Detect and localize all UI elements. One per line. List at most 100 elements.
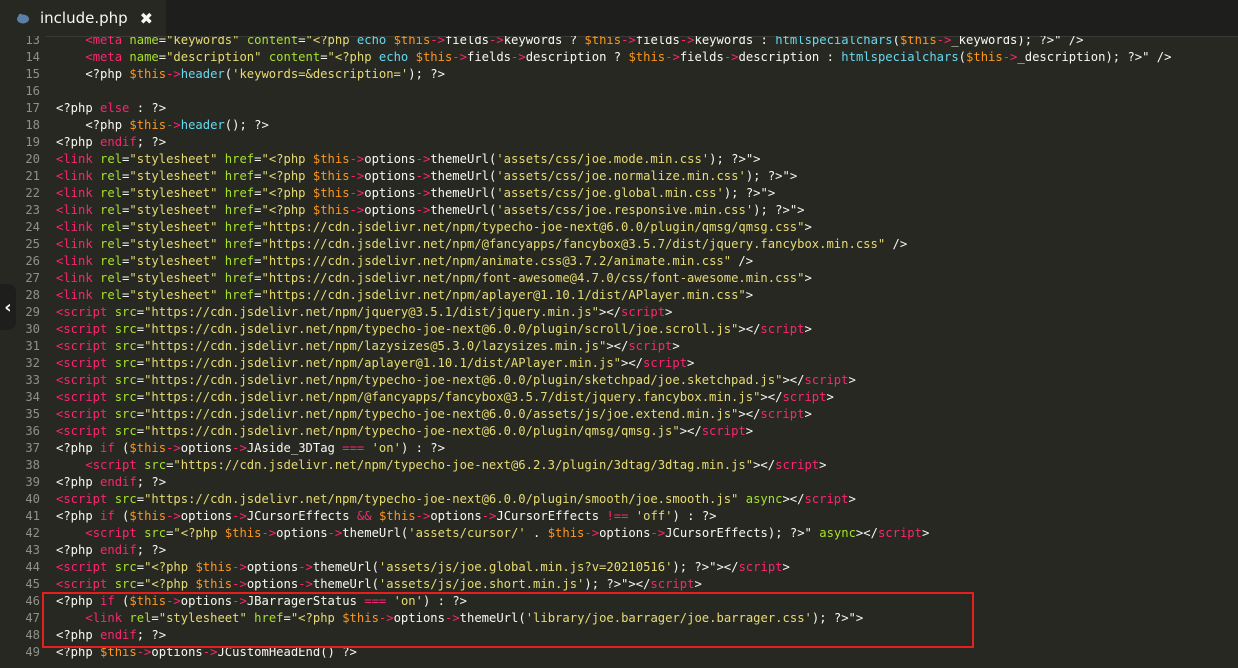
code-line[interactable]: 18 <?php $this->header(); ?> (0, 117, 1238, 134)
code-token: themeUrl( (430, 169, 497, 183)
code-line[interactable]: 41 <?php if ($this->options->JCursorEffec… (0, 508, 1238, 525)
code-line[interactable]: 42 <script src="<?php $this->options->th… (0, 525, 1238, 542)
code-line[interactable]: 48 <?php endif; ?> (0, 627, 1238, 644)
code-token: async (819, 526, 856, 540)
code-line[interactable]: 16 (0, 83, 1238, 100)
code-line[interactable]: 21 <link rel="stylesheet" href="<?php $th… (0, 168, 1238, 185)
code-token: options (180, 594, 233, 608)
code-line[interactable]: 29 <script src="https://cdn.jsdelivr.net/… (0, 304, 1238, 321)
code-token: "<?php (261, 169, 313, 183)
code-token: ); ?>"> (709, 152, 761, 166)
code-text: <?php endif; ?> (56, 134, 166, 151)
code-token: > (804, 271, 812, 285)
code-text: <script src="https://cdn.jsdelivr.net/np… (56, 372, 856, 389)
code-token: name (129, 36, 159, 47)
code-text: <link rel="stylesheet" href="<?php $this… (56, 202, 805, 219)
code-line[interactable]: 49 <?php $this->options->JCustomHeadEnd()… (0, 644, 1238, 661)
code-token: -> (430, 36, 445, 47)
code-line[interactable]: 30 <script src="https://cdn.jsdelivr.net/… (0, 321, 1238, 338)
code-token: themeUrl( (312, 560, 379, 574)
code-line[interactable]: 45 <script src="<?php $this->options->the… (0, 576, 1238, 593)
code-token: if (100, 594, 115, 608)
code-text: <script src="https://cdn.jsdelivr.net/np… (56, 355, 694, 372)
code-token: src (114, 322, 137, 336)
code-line[interactable]: 43 <?php endif; ?> (0, 542, 1238, 559)
code-text: <?php if ($this->options->JCursorEffects… (56, 508, 717, 525)
code-token: $this (628, 50, 666, 64)
code-line[interactable]: 23 <link rel="stylesheet" href="<?php $th… (0, 202, 1238, 219)
collapse-sidebar-chevron-icon[interactable]: ‹ (0, 284, 16, 330)
code-line[interactable]: 36 <script src="https://cdn.jsdelivr.net/… (0, 423, 1238, 440)
code-token: src (114, 356, 137, 370)
code-token: $this (312, 152, 350, 166)
code-line[interactable]: 46 <?php if ($this->options->JBarragerSta… (0, 593, 1238, 610)
code-line[interactable]: 32 <script src="https://cdn.jsdelivr.net/… (0, 355, 1238, 372)
code-token: $this (966, 50, 1003, 64)
line-number: 34 (25, 390, 40, 404)
code-token: "https://cdn.jsdelivr.net/npm/aplayer@1.… (144, 356, 621, 370)
code-line[interactable]: 25 <link rel="stylesheet" href="https://c… (0, 236, 1238, 253)
tab-include-php[interactable]: include.php ✖ (0, 0, 166, 36)
code-token: endif (100, 475, 137, 489)
code-line[interactable]: 14 <meta name="description" content="<?p… (0, 49, 1238, 66)
code-token: options (393, 611, 445, 625)
code-token: htmlspecialchars (841, 50, 959, 64)
code-line[interactable]: 24 <link rel="stylesheet" href="https://c… (0, 219, 1238, 236)
code-token: description ? (525, 50, 629, 64)
code-line[interactable]: 26 <link rel="stylesheet" href="https://c… (0, 253, 1238, 270)
code-token: > (921, 526, 930, 540)
code-line[interactable]: 37 <?php if ($this->options->JAside_3DTag… (0, 440, 1238, 457)
code-line[interactable]: 28 <link rel="stylesheet" href="https://c… (0, 287, 1238, 304)
code-line[interactable]: 22 <link rel="stylesheet" href="<?php $th… (0, 185, 1238, 202)
close-icon[interactable]: ✖ (140, 9, 153, 28)
code-line[interactable]: 17 <?php else : ?> (0, 100, 1238, 117)
code-line[interactable]: 15 <?php $this->header('keywords=&descri… (0, 66, 1238, 83)
code-token: <link (56, 169, 101, 183)
code-line[interactable]: 19 <?php endif; ?> (0, 134, 1238, 151)
code-token: $this (393, 36, 431, 47)
code-line[interactable]: 13 <meta name="keywords" content="<?php … (0, 36, 1238, 49)
code-token: ></ (606, 339, 629, 353)
code-token: = (136, 492, 145, 506)
code-token: <?php (56, 645, 101, 659)
code-token: <link (56, 288, 101, 302)
code-line[interactable]: 38 <script src="https://cdn.jsdelivr.net… (0, 457, 1238, 474)
code-token: $this (129, 594, 167, 608)
code-token: -> (166, 594, 181, 608)
code-token: <meta (85, 50, 130, 64)
code-token: $this (195, 560, 233, 574)
code-line[interactable]: 34 <script src="https://cdn.jsdelivr.net/… (0, 389, 1238, 406)
code-token: ); ?>"> (811, 611, 864, 625)
code-text: <?php else : ?> (56, 100, 166, 117)
code-token: options (180, 509, 233, 523)
code-token: options (151, 645, 203, 659)
code-token: > (745, 424, 754, 438)
code-token: ( (114, 441, 130, 455)
code-token: -> (232, 577, 247, 591)
code-token: "stylesheet" (129, 254, 225, 268)
code-token: <script (56, 407, 115, 421)
line-number: 22 (25, 186, 40, 200)
code-token: "https://cdn.jsdelivr.net/npm/@fancyapps… (261, 237, 886, 251)
code-line[interactable]: 27 <link rel="stylesheet" href="https://c… (0, 270, 1238, 287)
php-file-icon (17, 13, 29, 24)
code-line[interactable]: 31 <script src="https://cdn.jsdelivr.net/… (0, 338, 1238, 355)
code-line[interactable]: 35 <script src="https://cdn.jsdelivr.net/… (0, 406, 1238, 423)
code-line[interactable]: 40 <script src="https://cdn.jsdelivr.net/… (0, 491, 1238, 508)
code-line[interactable]: 39 <?php endif; ?> (0, 474, 1238, 491)
code-line[interactable]: 20 <link rel="stylesheet" href="<?php $th… (0, 151, 1238, 168)
code-token: <?php (56, 509, 101, 523)
line-number: 25 (25, 237, 40, 251)
code-token: name (129, 50, 159, 64)
code-editor[interactable]: 13 <meta name="keywords" content="<?php … (0, 36, 1238, 668)
code-token: fields (679, 50, 724, 64)
line-number: 15 (25, 67, 40, 81)
code-token: <link (56, 186, 101, 200)
code-token: -> (723, 50, 739, 64)
code-line[interactable]: 44 <script src="<?php $this->options->the… (0, 559, 1238, 576)
code-line[interactable]: 47 <link rel="stylesheet" href="<?php $t… (0, 610, 1238, 627)
code-token: endif (100, 543, 137, 557)
code-token: -> (232, 594, 247, 608)
line-number: 46 (25, 594, 40, 608)
code-line[interactable]: 33 <script src="https://cdn.jsdelivr.net/… (0, 372, 1238, 389)
